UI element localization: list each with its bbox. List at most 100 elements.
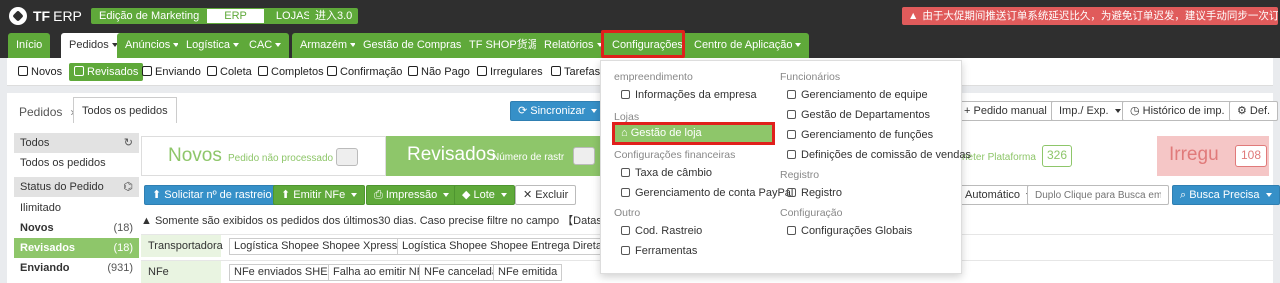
- nav-armazem[interactable]: Armazém: [292, 33, 365, 58]
- nav-centro-aplicacao[interactable]: Centro de Aplicação: [686, 33, 810, 58]
- enter-v3-button[interactable]: 进入3.0: [309, 8, 359, 24]
- chip-nfe-emitida[interactable]: NFe emitida: [493, 264, 563, 281]
- manual-label: Pedido manual: [973, 105, 1047, 117]
- nav-anuncios[interactable]: Anúncios: [117, 33, 188, 58]
- nav-inicio[interactable]: Início: [8, 33, 51, 58]
- chip-label: Logística Shopee Shopee Xpress: [234, 240, 398, 252]
- erp-toggle[interactable]: ERP: [207, 9, 264, 23]
- label-text: Transportadora: [148, 240, 223, 252]
- emit-nfe-button[interactable]: ⬆ Emitir NFe: [273, 185, 366, 205]
- stage-plataforma[interactable]: neter Plataforma 326: [962, 136, 1092, 176]
- precise-search-button[interactable]: ⌕ Busca Precisa: [1172, 185, 1280, 205]
- impexp-label: Imp./ Exp.: [1059, 105, 1109, 117]
- todos-header: Todos ↻: [14, 133, 139, 153]
- pin-icon: [327, 66, 337, 76]
- subnav-revisados[interactable]: Revisados: [69, 63, 144, 81]
- hist-label: Histórico de imp.: [1142, 105, 1225, 117]
- def-label: Def.: [1249, 105, 1271, 117]
- filter-count: (931): [107, 262, 133, 274]
- nav-logistica[interactable]: Logística: [178, 33, 248, 58]
- menu-equipe[interactable]: Gerenciamento de equipe: [787, 89, 928, 101]
- subnav-novos[interactable]: Novos: [18, 63, 62, 81]
- clock-icon: [787, 188, 796, 197]
- import-history-button[interactable]: ◷ Histórico de imp.: [1122, 101, 1233, 121]
- breadcrumb-label: Pedidos: [19, 105, 63, 119]
- menu-label: Taxa de câmbio: [635, 167, 713, 179]
- nav-label: Logística: [186, 39, 231, 51]
- chip-shopee-direta[interactable]: Logística Shopee Shopee Entrega Direta2: [397, 238, 622, 255]
- chip-shopee-xpress[interactable]: Logística Shopee Shopee Xpress14: [229, 238, 423, 255]
- warning-icon: [477, 66, 487, 76]
- menu-ferramentas[interactable]: Ferramentas: [621, 245, 697, 257]
- refresh-icon[interactable]: ↻: [124, 133, 133, 153]
- stage-title: Novos: [168, 145, 222, 166]
- menu-taxa-cambio[interactable]: Taxa de câmbio: [621, 167, 712, 179]
- subnav-enviando[interactable]: Enviando: [142, 63, 201, 81]
- mass-search-input[interactable]: [1027, 185, 1169, 205]
- stage-revisados[interactable]: Revisados Número de rastr: [386, 136, 626, 176]
- subnav-confirmacao[interactable]: Confirmação: [327, 63, 402, 81]
- user-icon: [787, 90, 796, 99]
- configuracoes-dropdown: empreendimento Informações da empresa Lo…: [600, 60, 971, 274]
- menu-comissao[interactable]: Definições de comissão de vendas: [787, 149, 971, 161]
- chip-nfe-shein[interactable]: NFe enviados SHEIN: [229, 264, 344, 281]
- nav-label: Centro de Aplicação: [694, 39, 793, 51]
- check-square-icon: [258, 66, 268, 76]
- filter-ilimitado[interactable]: Ilimitado: [14, 198, 139, 218]
- stage-count-box: [573, 147, 595, 165]
- request-tracking-button[interactable]: ⬆ Solicitar nº de rastreio: [144, 185, 280, 205]
- subnav-label: Revisados: [87, 66, 139, 78]
- manual-order-button[interactable]: + Pedido manual: [956, 101, 1055, 121]
- menu-config-globais[interactable]: Configurações Globais: [787, 225, 912, 237]
- nav-cac[interactable]: CAC: [241, 33, 290, 58]
- subnav-nao-pago[interactable]: Não Pago: [408, 63, 470, 81]
- subnav-label: Irregulares: [490, 66, 543, 78]
- hierarchy-icon[interactable]: ⌬: [123, 177, 133, 197]
- gear-icon: [787, 226, 796, 235]
- sync-button[interactable]: ⟳ Sincronizar: [510, 101, 606, 121]
- nav-label: Relatórios: [544, 39, 594, 51]
- batch-button[interactable]: ◆ Lote: [454, 185, 515, 205]
- app-logo[interactable]: TF ERP: [9, 6, 82, 26]
- menu-registro[interactable]: Registro: [787, 187, 842, 199]
- nav-gestao-compras[interactable]: Gestão de Compras: [355, 33, 479, 58]
- filter-revisados[interactable]: Revisados (18): [14, 238, 139, 258]
- print-button[interactable]: ⎙ Impressão: [366, 185, 458, 205]
- card-icon: [408, 66, 418, 76]
- subnav-label: Confirmação: [340, 66, 403, 78]
- delete-button[interactable]: ✕ Excluir: [515, 185, 577, 205]
- filter-enviando[interactable]: Enviando (931): [14, 258, 139, 278]
- top-bar: TF ERP Edição de Marketing ERP LOJAS 进入3…: [0, 0, 1280, 32]
- nav-relatorios[interactable]: Relatórios: [536, 33, 611, 58]
- subnav-completos[interactable]: Completos: [258, 63, 324, 81]
- settings-button[interactable]: ⚙ Def.: [1229, 101, 1279, 121]
- subnav-irregulares[interactable]: Irregulares: [477, 63, 543, 81]
- configuracoes-highlight: [601, 30, 685, 58]
- key-icon: [787, 130, 796, 139]
- caret-down-icon: [501, 193, 507, 198]
- stage-novos[interactable]: Novos Pedido não processado: [141, 136, 386, 176]
- caret-down-icon: [351, 193, 358, 198]
- menu-paypal[interactable]: Gerenciamento de conta PayPal: [621, 187, 793, 199]
- edition-label: Edição de Marketing: [99, 10, 200, 22]
- stage-irregulares[interactable]: Irregu 108: [1157, 136, 1269, 176]
- imp-exp-button[interactable]: Imp./ Exp.: [1051, 101, 1129, 121]
- menu-cod-rastreio[interactable]: Cod. Rastreio: [621, 225, 702, 237]
- lote-label: Lote: [473, 189, 495, 201]
- notice-text: ▲ Somente são exibidos os pedidos dos úl…: [141, 215, 616, 227]
- menu-departamentos[interactable]: Gestão de Departamentos: [787, 109, 930, 121]
- subnav-tarefas[interactable]: Tarefas: [551, 63, 600, 81]
- rastreio-label: Solicitar nº de rastreio: [164, 189, 272, 201]
- chip-nfe-cancelada[interactable]: NFe cancelada: [419, 264, 503, 281]
- filter-todos-pedidos[interactable]: Todos os pedidos: [14, 153, 139, 173]
- briefcase-icon: [74, 66, 84, 76]
- tab-todos-pedidos[interactable]: Todos os pedidos: [73, 97, 177, 123]
- status-header: Status do Pedido ⌬: [14, 177, 139, 197]
- stage-title: Irregu: [1169, 144, 1219, 165]
- menu-info-empresa[interactable]: Informações da empresa: [621, 89, 757, 101]
- subnav-coleta[interactable]: Coleta: [207, 63, 252, 81]
- filter-novos[interactable]: Novos (18): [14, 218, 139, 238]
- caret-down-icon: [443, 193, 450, 198]
- nav-label: Gestão de Compras: [363, 39, 462, 51]
- menu-funcoes[interactable]: Gerenciamento de funções: [787, 129, 933, 141]
